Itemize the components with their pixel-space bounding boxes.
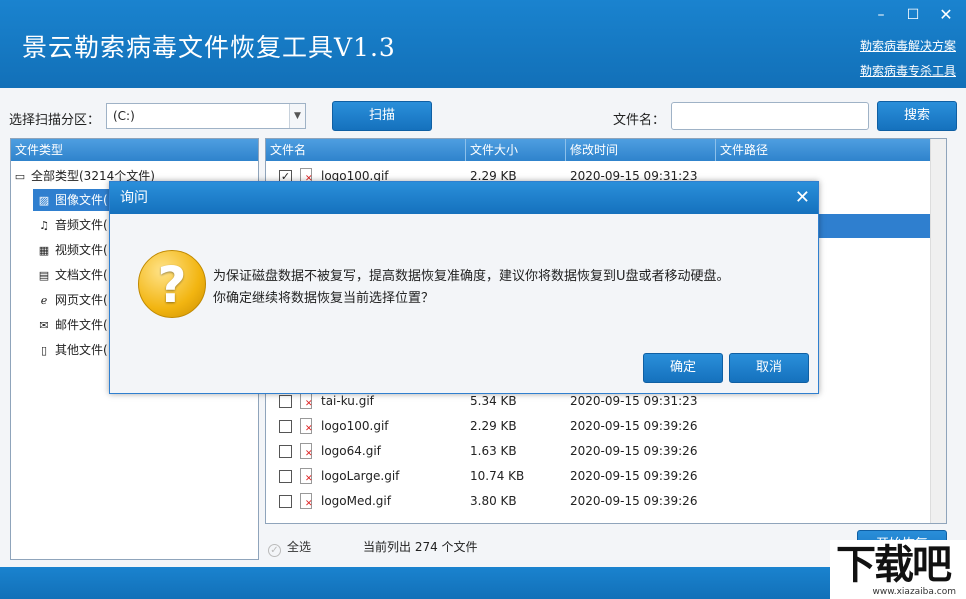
table-row[interactable]: logo100.gif 2.29 KB 2020-09-15 09:39:26 bbox=[266, 414, 930, 439]
tree-item-label: 邮件文件( bbox=[55, 318, 108, 332]
chevron-down-icon[interactable]: ▼ bbox=[289, 104, 305, 128]
row-checkbox[interactable] bbox=[279, 395, 292, 408]
tree-item-label: 其他文件( bbox=[55, 343, 108, 357]
cell-date: 2020-09-15 09:39:26 bbox=[570, 444, 698, 458]
app-window: 景云勒索病毒文件恢复工具V1.3 – ☐ ✕ 勒索病毒解决方案 勒索病毒专杀工具… bbox=[0, 0, 966, 599]
partition-select[interactable]: (C:) ▼ bbox=[106, 103, 306, 129]
column-header-path[interactable]: 文件路径 bbox=[716, 139, 946, 161]
close-icon[interactable]: ✕ bbox=[936, 6, 956, 24]
confirm-dialog: 询问 ✕ ? 为保证磁盘数据不被复写，提高数据恢复准确度，建议你将数据恢复到U盘… bbox=[109, 181, 819, 394]
column-header-date[interactable]: 修改时间 bbox=[566, 139, 716, 161]
table-row[interactable]: logoMed.gif 3.80 KB 2020-09-15 09:39:26 bbox=[266, 489, 930, 514]
dialog-close-icon[interactable]: ✕ bbox=[795, 182, 810, 214]
ransomware-killer-link[interactable]: 勒索病毒专杀工具 bbox=[860, 62, 956, 79]
question-icon: ? bbox=[138, 250, 206, 318]
column-header-name[interactable]: 文件名 bbox=[266, 139, 466, 161]
partition-value: (C:) bbox=[113, 109, 135, 123]
document-file-icon: ▤ bbox=[38, 269, 50, 282]
row-checkbox[interactable] bbox=[279, 495, 292, 508]
cell-size: 1.63 KB bbox=[470, 444, 517, 458]
mail-file-icon: ✉ bbox=[39, 319, 49, 332]
row-checkbox[interactable] bbox=[279, 445, 292, 458]
tree-item-label: 图像文件( bbox=[55, 193, 108, 207]
watermark-logo: 下载吧 www.xiazaiba.com bbox=[830, 540, 966, 599]
watermark-url: www.xiazaiba.com bbox=[872, 587, 956, 597]
filename-label: 文件名： bbox=[613, 113, 666, 128]
scan-button[interactable]: 扫描 bbox=[332, 101, 432, 131]
select-all-label: 全选 bbox=[287, 540, 312, 554]
table-row[interactable]: logoLarge.gif 10.74 KB 2020-09-15 09:39:… bbox=[266, 464, 930, 489]
tree-item-label: 网页文件( bbox=[55, 293, 108, 307]
web-file-icon: ℯ bbox=[40, 294, 48, 307]
maximize-icon[interactable]: ☐ bbox=[903, 6, 923, 24]
image-file-icon: ▨ bbox=[38, 194, 50, 207]
ransomware-solution-link[interactable]: 勒索病毒解决方案 bbox=[860, 37, 956, 54]
other-file-icon: ▯ bbox=[40, 344, 48, 357]
folder-icon: ▭ bbox=[14, 170, 26, 183]
broken-image-icon bbox=[300, 443, 313, 459]
cell-name: logo64.gif bbox=[321, 444, 381, 458]
tree-item-label: 音频文件( bbox=[55, 218, 108, 232]
dialog-message-line2: 你确定继续将数据恢复当前选择位置？ bbox=[213, 291, 435, 306]
cell-date: 2020-09-15 09:39:26 bbox=[570, 494, 698, 508]
watermark-text: 下载吧 bbox=[836, 542, 952, 588]
app-title: 景云勒索病毒文件恢复工具V1.3 bbox=[22, 33, 396, 62]
dialog-title-bar: 询问 ✕ bbox=[110, 182, 818, 214]
table-row[interactable]: logo64.gif 1.63 KB 2020-09-15 09:39:26 bbox=[266, 439, 930, 464]
cell-name: logoLarge.gif bbox=[321, 469, 400, 483]
dialog-message: 为保证磁盘数据不被复写，提高数据恢复准确度，建议你将数据恢复到U盘或者移动硬盘。… bbox=[213, 266, 730, 310]
tree-item-label: 视频文件( bbox=[55, 243, 108, 257]
minimize-icon[interactable]: – bbox=[871, 6, 891, 24]
cell-name: logo100.gif bbox=[321, 419, 389, 433]
tree-item-label: 文档文件( bbox=[55, 268, 108, 282]
cell-size: 10.74 KB bbox=[470, 469, 525, 483]
cell-date: 2020-09-15 09:39:26 bbox=[570, 419, 698, 433]
vertical-scrollbar[interactable] bbox=[930, 139, 946, 523]
file-count-status: 当前列出 274 个文件 bbox=[363, 540, 478, 554]
dialog-message-line1: 为保证磁盘数据不被复写，提高数据恢复准确度，建议你将数据恢复到U盘或者移动硬盘。 bbox=[213, 269, 730, 284]
cancel-button[interactable]: 取消 bbox=[729, 353, 809, 383]
audio-file-icon: ♫ bbox=[39, 219, 49, 232]
row-checkbox[interactable] bbox=[279, 470, 292, 483]
row-checkbox[interactable] bbox=[279, 420, 292, 433]
column-header-size[interactable]: 文件大小 bbox=[466, 139, 566, 161]
footer-bar bbox=[0, 567, 966, 599]
cell-size: 2.29 KB bbox=[470, 419, 517, 433]
broken-image-icon bbox=[300, 418, 313, 434]
cell-size: 3.80 KB bbox=[470, 494, 517, 508]
title-bar: 景云勒索病毒文件恢复工具V1.3 – ☐ ✕ 勒索病毒解决方案 勒索病毒专杀工具 bbox=[0, 0, 966, 88]
broken-image-icon bbox=[300, 493, 313, 509]
file-type-header: 文件类型 bbox=[11, 139, 258, 161]
partition-label: 选择扫描分区： bbox=[9, 113, 101, 128]
ok-button[interactable]: 确定 bbox=[643, 353, 723, 383]
filename-input[interactable] bbox=[671, 102, 869, 130]
search-button[interactable]: 搜索 bbox=[877, 101, 957, 131]
broken-image-icon bbox=[300, 468, 313, 484]
broken-image-icon bbox=[300, 393, 313, 409]
table-header: 文件名 文件大小 修改时间 文件路径 bbox=[266, 139, 946, 161]
video-file-icon: ▦ bbox=[38, 244, 50, 257]
select-all-checkbox[interactable]: ✓ 全选 bbox=[268, 538, 311, 557]
cell-name: logoMed.gif bbox=[321, 494, 391, 508]
dialog-title: 询问 bbox=[120, 190, 148, 206]
cell-date: 2020-09-15 09:39:26 bbox=[570, 469, 698, 483]
check-icon: ✓ bbox=[268, 544, 281, 557]
